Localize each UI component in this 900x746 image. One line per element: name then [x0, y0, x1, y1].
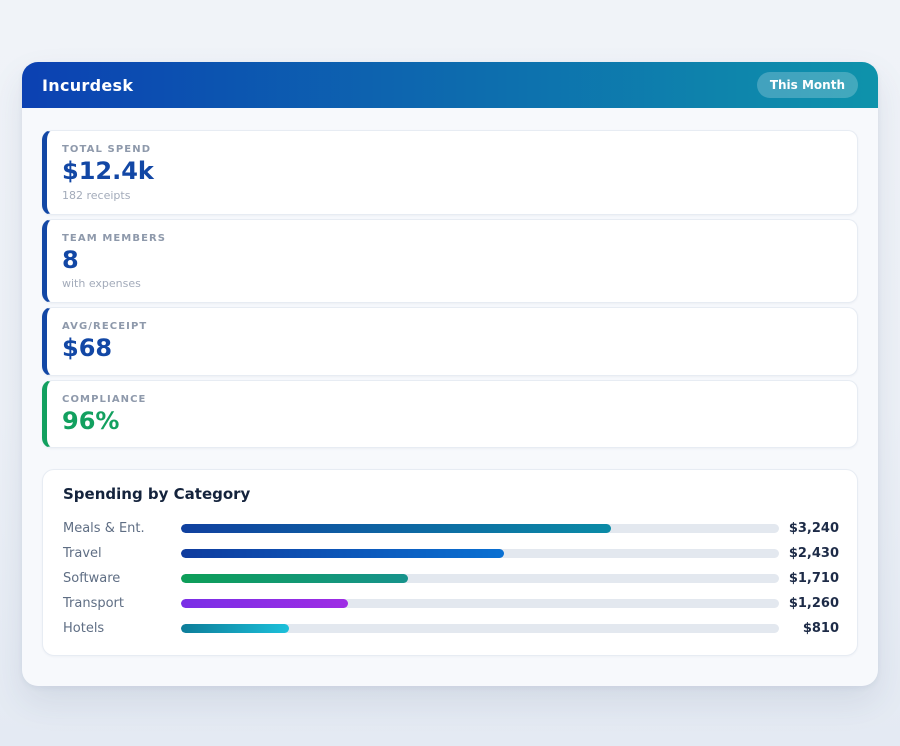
stat-label: COMPLIANCE	[62, 394, 839, 405]
category-label: Travel	[63, 546, 181, 561]
value-label: $1,260	[789, 596, 839, 611]
stat-sub: with expenses	[62, 277, 839, 290]
bar-track	[181, 599, 779, 608]
stat-value: $68	[62, 335, 839, 363]
category-label: Meals & Ent.	[63, 521, 181, 536]
app-header: Incurdesk This Month	[22, 62, 878, 108]
bar-track	[181, 549, 779, 558]
stat-card: TEAM MEMBERS 8 with expenses	[42, 219, 858, 304]
value-label: $1,710	[789, 571, 839, 586]
bar-track	[181, 624, 779, 633]
stat-card: TOTAL SPEND $12.4k 182 receipts	[42, 130, 858, 215]
app-title: Incurdesk	[42, 76, 133, 95]
chart-row: Travel $2,430	[63, 541, 839, 566]
bar-fill	[181, 599, 348, 608]
stat-label: AVG/RECEIPT	[62, 321, 839, 332]
category-label: Software	[63, 571, 181, 586]
stat-value: 96%	[62, 408, 839, 436]
bar-fill	[181, 574, 408, 583]
chart-row: Software $1,710	[63, 566, 839, 591]
stats-list: TOTAL SPEND $12.4k 182 receipts TEAM MEM…	[42, 130, 858, 448]
value-label: $3,240	[789, 521, 839, 536]
category-label: Hotels	[63, 621, 181, 636]
period-badge[interactable]: This Month	[757, 72, 858, 98]
chart-title: Spending by Category	[63, 485, 839, 503]
value-label: $2,430	[789, 546, 839, 561]
stat-label: TOTAL SPEND	[62, 144, 839, 155]
stat-sub: 182 receipts	[62, 189, 839, 202]
chart-row: Hotels $810	[63, 616, 839, 641]
spending-chart-card: Spending by Category Meals & Ent. $3,240 T…	[42, 469, 858, 656]
bar-track	[181, 574, 779, 583]
bar-fill	[181, 549, 504, 558]
stat-card: AVG/RECEIPT $68	[42, 307, 858, 376]
bar-fill	[181, 624, 289, 633]
stat-value: $12.4k	[62, 158, 839, 186]
category-label: Transport	[63, 596, 181, 611]
chart-rows: Meals & Ent. $3,240 Travel $2,430 Software $1…	[63, 516, 839, 641]
dashboard-card: Incurdesk This Month TOTAL SPEND $12.4k …	[22, 62, 878, 686]
stat-value: 8	[62, 247, 839, 275]
chart-row: Meals & Ent. $3,240	[63, 516, 839, 541]
bar-track	[181, 524, 779, 533]
value-label: $810	[789, 621, 839, 636]
stat-card: COMPLIANCE 96%	[42, 380, 858, 449]
chart-row: Transport $1,260	[63, 591, 839, 616]
stat-label: TEAM MEMBERS	[62, 233, 839, 244]
content-area: TOTAL SPEND $12.4k 182 receipts TEAM MEM…	[22, 108, 878, 656]
bar-fill	[181, 524, 611, 533]
